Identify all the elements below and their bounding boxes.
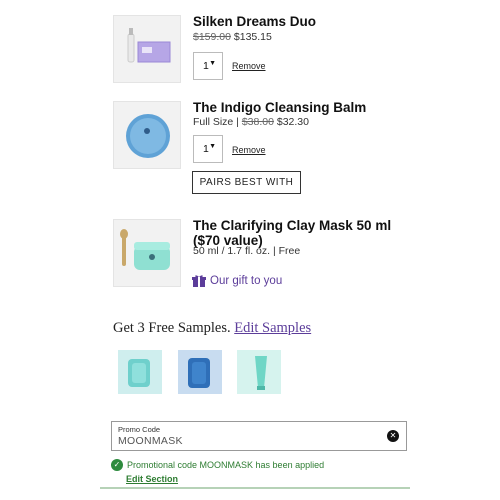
silken-dreams-duo-product — [114, 16, 180, 82]
aqua-sample — [118, 350, 162, 394]
chevron-down-icon: ▼ — [209, 60, 216, 67]
teal-tube-sample — [237, 350, 281, 394]
clear-icon[interactable]: ✕ — [387, 430, 399, 442]
size-label: Full Size | — [193, 116, 242, 128]
quantity-select[interactable]: 1 ▼ — [193, 135, 223, 163]
promo-applied-message: ✓ Promotional code MOONMASK has been app… — [111, 459, 324, 471]
gift-row: Our gift to you — [192, 274, 282, 288]
gift-icon — [192, 275, 206, 287]
promo-code-label: Promo Code — [118, 425, 161, 434]
blue-sample — [178, 350, 222, 394]
silken-dreams-duo-thumbnail[interactable] — [113, 15, 181, 83]
item-detail: 50 ml / 1.7 fl. oz. | Free — [193, 245, 301, 257]
sample-item[interactable] — [118, 350, 162, 394]
divider — [100, 487, 410, 489]
remove-link[interactable]: Remove — [232, 145, 266, 155]
item-name-line: The Clarifying Clay Mask 50 ml — [193, 218, 392, 233]
quantity-value: 1 — [203, 60, 209, 72]
quantity-value: 1 — [203, 143, 209, 155]
sample-item[interactable] — [178, 350, 222, 394]
quantity-select[interactable]: 1 ▼ — [193, 52, 223, 80]
original-price: $38.00 — [241, 116, 274, 128]
item-name[interactable]: Silken Dreams Duo — [193, 14, 316, 29]
item-name[interactable]: The Clarifying Clay Mask 50 ml ($70 valu… — [193, 218, 391, 248]
applied-text: Promotional code MOONMASK has been appli… — [127, 460, 325, 470]
sample-item[interactable] — [237, 350, 281, 394]
item-price: $159.00 $135.15 — [193, 31, 272, 43]
remove-link[interactable]: Remove — [232, 61, 266, 71]
edit-section-link[interactable]: Edit Section — [126, 474, 178, 484]
pairs-best-with-button[interactable]: PAIRS BEST WITH — [192, 171, 301, 194]
promo-code-field[interactable]: Promo Code MOONMASK ✕ — [111, 421, 407, 451]
check-circle-icon: ✓ — [111, 459, 123, 471]
gift-label: Our gift to you — [210, 275, 283, 287]
clay-mask-thumbnail[interactable] — [113, 219, 181, 287]
samples-heading: Get 3 Free Samples. Edit Samples — [113, 320, 311, 337]
item-name[interactable]: The Indigo Cleansing Balm — [193, 100, 366, 115]
indigo-balm-thumbnail[interactable] — [113, 101, 181, 169]
indigo-balm-jar — [114, 102, 180, 168]
original-price: $159.00 — [193, 31, 231, 43]
samples-title: Get 3 Free Samples. — [113, 320, 235, 336]
chevron-down-icon: ▼ — [209, 143, 216, 150]
sale-price: $135.15 — [233, 31, 272, 43]
sale-price: $32.30 — [276, 116, 309, 128]
item-price: Full Size | $38.00 $32.30 — [193, 116, 309, 128]
promo-code-value: MOONMASK — [118, 435, 183, 447]
edit-samples-link[interactable]: Edit Samples — [234, 320, 311, 336]
clay-mask-jar — [114, 220, 180, 286]
